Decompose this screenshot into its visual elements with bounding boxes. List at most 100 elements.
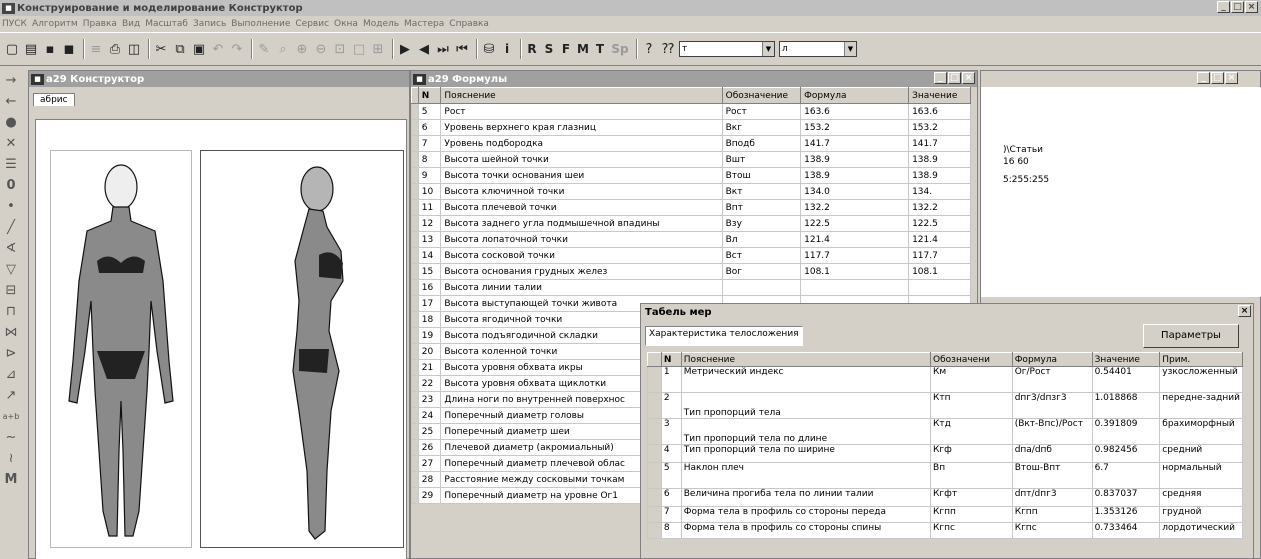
table-cell[interactable]: 9 (417, 167, 442, 184)
open-folder-icon[interactable]: ▤ (23, 40, 39, 58)
table-row[interactable]: 14 Высота сосковой точки Вст 117.7 117.7 (411, 247, 971, 264)
table-cell[interactable]: 5 (417, 103, 442, 120)
tabel-title-bar[interactable]: Табель мер (641, 304, 1253, 320)
table-cell[interactable]: Ктд (930, 418, 1013, 445)
new-file-icon[interactable]: ▢ (4, 40, 20, 58)
table-cell[interactable]: 122.5 (800, 215, 910, 232)
row-selector[interactable] (411, 183, 419, 200)
combo-l-select[interactable]: л ▼ (779, 41, 857, 57)
table-cell[interactable]: 5 (660, 462, 682, 489)
play-icon[interactable]: ▶ (397, 40, 413, 58)
row-selector[interactable] (411, 327, 419, 344)
table-row[interactable]: 6 Величина прогиба тела по линии талии Кгф… (647, 488, 1243, 507)
table-cell[interactable]: Км (930, 366, 1013, 393)
table-row[interactable]: 7 Уровень подбородка Вподб 141.7 141.7 (411, 135, 971, 152)
table-cell[interactable]: 134.0 (800, 183, 910, 200)
parameters-button[interactable]: Параметры (1143, 324, 1239, 348)
table-row[interactable]: 8 Форма тела в профиль со стороны спины Кг… (647, 522, 1243, 539)
table-cell[interactable]: 24 (417, 407, 442, 424)
table-cell[interactable]: нормальный (1159, 462, 1243, 489)
table-cell[interactable]: 8 (660, 522, 682, 539)
table-cell[interactable]: брахиморфный (1159, 418, 1243, 445)
tool-f-button[interactable]: F (559, 40, 573, 58)
combo-t-select[interactable]: т ▼ (679, 41, 775, 57)
table-cell[interactable]: Взу (721, 215, 802, 232)
print-icon[interactable]: ⎙ (107, 40, 123, 58)
table-cell[interactable]: 1.018868 (1091, 392, 1161, 419)
table-cell[interactable]: 0.54401 (1091, 366, 1161, 393)
table-cell[interactable]: Вст (721, 247, 802, 264)
table-cell[interactable]: Форма тела в профиль со стороны спины (680, 522, 932, 539)
table-cell[interactable] (908, 279, 971, 296)
table-cell[interactable]: 138.9 (908, 167, 971, 184)
row-selector[interactable] (411, 359, 419, 376)
tool-r-button[interactable]: R (525, 40, 539, 58)
table-cell[interactable]: 108.1 (908, 263, 971, 280)
table-cell[interactable]: 153.2 (800, 119, 910, 136)
row-selector[interactable] (411, 199, 419, 216)
curve-icon[interactable]: ∼ (2, 427, 20, 448)
row-selector[interactable] (411, 471, 419, 488)
table-cell[interactable]: Высота основания грудных желез (440, 263, 723, 280)
table-cell[interactable]: Втош-Впт (1011, 462, 1093, 489)
table-cell[interactable]: 14 (417, 247, 442, 264)
step-forward-icon[interactable]: ⏭ (435, 40, 451, 58)
table-cell[interactable]: 25 (417, 423, 442, 440)
close-button[interactable]: × (1225, 72, 1238, 84)
table-cell[interactable]: 29 (417, 487, 442, 504)
row-selector[interactable] (647, 392, 662, 419)
arrow-right-icon[interactable]: → (2, 70, 20, 91)
step-back-icon[interactable]: ⏮ (454, 40, 470, 58)
print-preview-icon[interactable]: ◫ (126, 40, 142, 58)
table-cell[interactable]: узкосложенный (1159, 366, 1243, 393)
table-cell[interactable]: Величина прогиба тела по линии талии (680, 488, 932, 507)
drawing-canvas[interactable] (35, 119, 407, 559)
cut-icon[interactable]: ✂ (153, 40, 169, 58)
row-selector[interactable] (647, 522, 662, 539)
zoom-page-icon[interactable]: □ (351, 40, 367, 58)
copy-icon[interactable]: ⧉ (172, 40, 188, 58)
table-cell[interactable]: 1 (660, 366, 682, 393)
menu-item[interactable]: Справка (449, 19, 489, 29)
table-cell[interactable]: 20 (417, 343, 442, 360)
column-header[interactable]: N (417, 87, 442, 104)
back-icon[interactable]: ◀ (416, 40, 432, 58)
table-cell[interactable]: Высота заднего угла подмышечной впадины (440, 215, 723, 232)
table-cell[interactable]: (Вкт-Впс)/Рост (1011, 418, 1093, 445)
table-cell[interactable]: Тип пропорций тела по длине (680, 418, 932, 445)
hook-icon[interactable]: ↗ (2, 385, 20, 406)
table-cell[interactable]: Высота точки основания шеи (440, 167, 723, 184)
table-cell[interactable]: Кгфт (930, 488, 1013, 507)
table-cell[interactable]: 4 (660, 444, 682, 463)
table-cell[interactable]: dпа/dпб (1011, 444, 1093, 463)
table-cell[interactable] (800, 279, 910, 296)
table-cell[interactable]: 13 (417, 231, 442, 248)
table-row[interactable]: 11 Высота плечевой точки Впт 132.2 132.2 (411, 199, 971, 216)
tool-m-button[interactable]: M (576, 40, 590, 58)
row-selector[interactable] (411, 311, 419, 328)
bowtie-icon[interactable]: ⋈ (2, 322, 20, 343)
table-cell[interactable]: Вл (721, 231, 802, 248)
triangle-icon[interactable]: ▽ (2, 259, 20, 280)
minimize-button[interactable]: _ (1197, 72, 1210, 84)
menu-item[interactable]: Окна (334, 19, 358, 29)
help-icon[interactable]: ? (641, 40, 657, 58)
table-row[interactable]: 5 Наклон плеч Вп Втош-Впт 6.7 нормальный (647, 462, 1243, 489)
table-cell[interactable]: 138.9 (800, 167, 910, 184)
row-selector[interactable] (411, 407, 419, 424)
m-icon[interactable]: M (2, 469, 20, 490)
context-help-icon[interactable]: ⁇ (660, 40, 676, 58)
secondary-window-title[interactable]: _ □ × (981, 71, 1260, 87)
table-cell[interactable]: dпт/dпг3 (1011, 488, 1093, 507)
table-cell[interactable]: 0.391809 (1091, 418, 1161, 445)
row-selector[interactable] (411, 375, 419, 392)
table-cell[interactable]: 21 (417, 359, 442, 376)
table-cell[interactable]: Кгпп (930, 506, 1013, 523)
undo-icon[interactable]: ↶ (210, 40, 226, 58)
table-row[interactable]: 3 Тип пропорций тела по длине Ктд (Вкт-Впс)… (647, 418, 1243, 445)
table-row[interactable]: 7 Форма тела в профиль со стороны переда К… (647, 506, 1243, 523)
tool-s-button[interactable]: S (542, 40, 556, 58)
row-selector[interactable] (411, 151, 419, 168)
save-all-icon[interactable]: ◼ (61, 40, 77, 58)
column-header[interactable]: Обозначени (930, 352, 1013, 367)
